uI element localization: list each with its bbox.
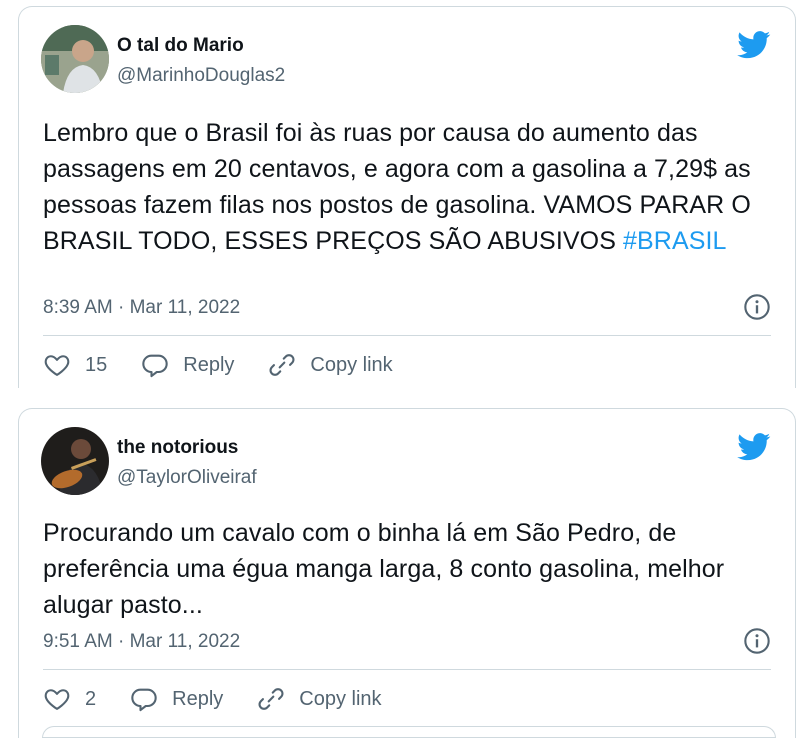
avatar[interactable] <box>41 25 109 93</box>
reply-label: Reply <box>172 687 224 710</box>
divider <box>43 335 771 336</box>
display-name[interactable]: O tal do Mario <box>117 35 244 57</box>
tweet-card[interactable]: O tal do Mario @MarinhoDouglas2 Lembro q… <box>18 6 796 388</box>
avatar[interactable] <box>41 427 109 495</box>
user-handle[interactable]: @MarinhoDouglas2 <box>117 65 285 87</box>
like-count: 15 <box>85 353 108 376</box>
reply-bubble-icon <box>131 688 157 712</box>
link-icon <box>269 354 295 376</box>
hashtag-link[interactable]: #BRASIL <box>623 227 727 255</box>
like-button[interactable]: 2 <box>43 685 96 713</box>
copy-link-label: Copy link <box>310 353 393 376</box>
info-icon[interactable] <box>743 293 771 321</box>
display-name[interactable]: the notorious <box>117 437 238 459</box>
copy-link-button[interactable]: Copy link <box>268 351 393 379</box>
next-card-edge <box>42 726 776 738</box>
action-bar: 2 Reply Copy link <box>43 679 416 719</box>
reply-button[interactable]: Reply <box>130 685 223 713</box>
heart-icon <box>44 689 70 710</box>
link-icon <box>258 688 284 710</box>
reply-label: Reply <box>183 353 235 376</box>
divider <box>43 669 771 670</box>
reply-bubble-icon <box>142 354 168 378</box>
like-button[interactable]: 15 <box>43 351 107 379</box>
tweet-text: Procurando um cavalo com o binha lá em S… <box>43 519 725 619</box>
info-icon[interactable] <box>743 627 771 655</box>
copy-link-button[interactable]: Copy link <box>257 685 382 713</box>
twitter-bird-icon[interactable] <box>737 31 771 59</box>
tweet-card[interactable]: the notorious @TaylorOliveiraf Procurand… <box>18 408 796 738</box>
user-handle[interactable]: @TaylorOliveiraf <box>117 467 257 489</box>
heart-icon <box>44 355 70 376</box>
tweet-text: Lembro que o Brasil foi às ruas por caus… <box>43 115 771 259</box>
reply-button[interactable]: Reply <box>141 351 234 379</box>
copy-link-label: Copy link <box>299 687 382 710</box>
tweet-timestamp[interactable]: 8:39 AM · Mar 11, 2022 <box>43 297 240 319</box>
like-count: 2 <box>85 687 97 710</box>
twitter-bird-icon[interactable] <box>737 433 771 461</box>
tweet-timestamp[interactable]: 9:51 AM · Mar 11, 2022 <box>43 631 240 653</box>
action-bar: 15 Reply Copy link <box>43 345 427 385</box>
